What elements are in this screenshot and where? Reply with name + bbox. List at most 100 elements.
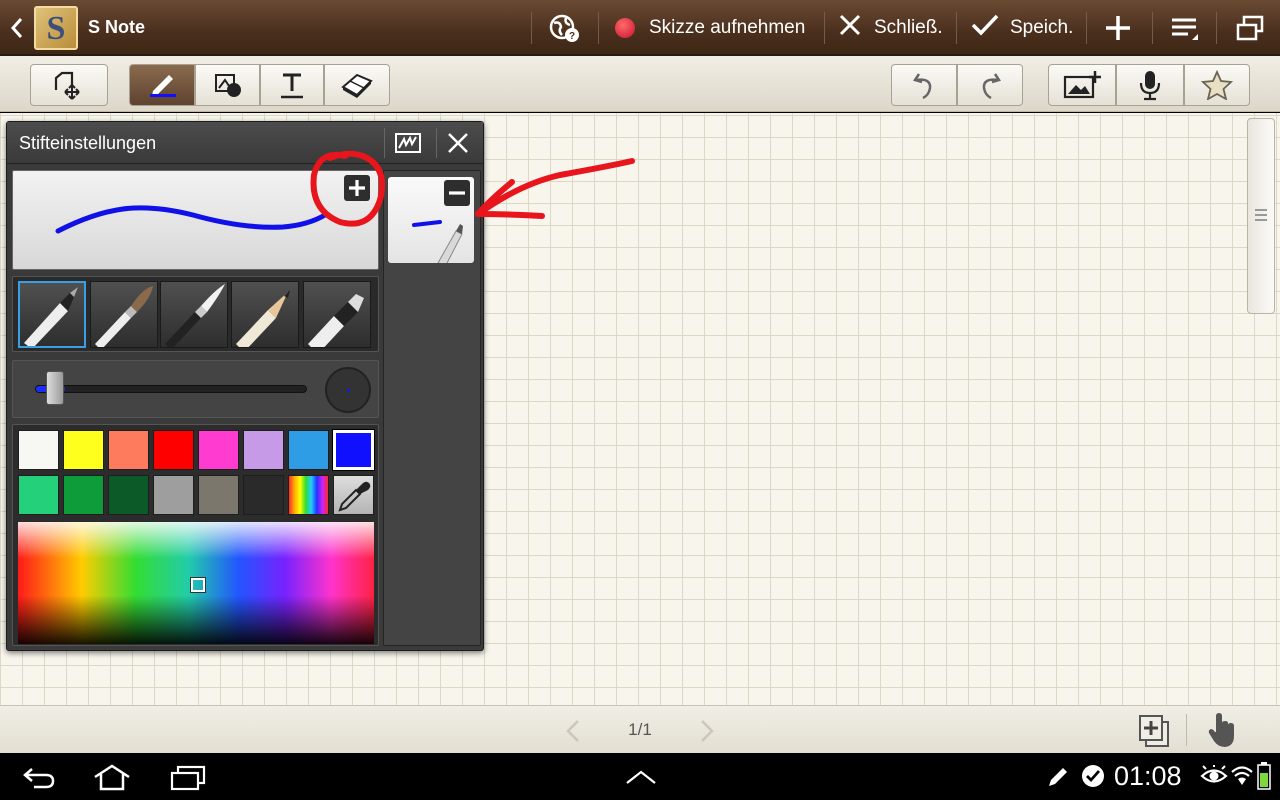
back-chevron-icon[interactable] <box>8 16 26 40</box>
s-pen-status-icon <box>1049 768 1067 786</box>
insert-image-button[interactable] <box>1048 64 1116 106</box>
canvas-scrollbar[interactable] <box>1247 118 1275 314</box>
chevron-up-icon[interactable] <box>624 767 658 787</box>
color-palette <box>12 424 379 646</box>
pen-size-row <box>12 360 379 418</box>
undo-button[interactable] <box>891 64 957 106</box>
shape-tool-button[interactable] <box>195 64 260 106</box>
pen-type-row <box>12 276 379 354</box>
color-swatch[interactable] <box>332 429 375 471</box>
close-x-icon <box>838 13 862 43</box>
save-label: Speich. <box>1010 17 1074 38</box>
redo-icon <box>982 73 1001 100</box>
home-nav-icon[interactable] <box>92 763 132 791</box>
clock: 01:08 <box>1114 761 1182 791</box>
pen-tool-button[interactable] <box>129 64 195 106</box>
pen-size-slider[interactable] <box>35 385 307 393</box>
hand-touch-mode-icon[interactable] <box>1206 710 1240 750</box>
record-sketch-label: Skizze aufnehmen <box>649 17 806 38</box>
custom-color-swatch[interactable] <box>288 475 329 515</box>
color-swatch[interactable] <box>63 475 104 515</box>
calligraphy-brush-icon <box>165 284 225 350</box>
remove-preset-button[interactable] <box>444 180 470 206</box>
eraser-icon <box>341 73 373 98</box>
app-logo[interactable]: S <box>34 6 78 50</box>
color-picker-handle[interactable] <box>191 578 205 592</box>
pen-color-indicator <box>150 94 176 97</box>
color-swatch[interactable] <box>63 430 104 470</box>
preset-column <box>383 170 481 646</box>
battery-icon <box>1257 762 1271 790</box>
plus-icon <box>349 180 365 196</box>
redo-button[interactable] <box>957 64 1023 106</box>
save-button[interactable]: Speich. <box>970 0 1073 56</box>
pen-type-brush[interactable] <box>90 281 158 350</box>
menu-icon[interactable] <box>1170 0 1200 56</box>
record-dot-icon <box>615 18 635 38</box>
color-swatch[interactable] <box>198 430 239 470</box>
color-swatch[interactable] <box>198 475 239 515</box>
eyedropper-icon[interactable] <box>333 475 374 515</box>
add-preset-button[interactable] <box>344 175 370 201</box>
smart-stay-eye-icon <box>1200 765 1228 783</box>
voice-record-button[interactable] <box>1116 64 1184 106</box>
divider <box>436 128 437 158</box>
color-swatch[interactable] <box>153 475 194 515</box>
checkmark-icon <box>970 13 1000 43</box>
text-tool-button[interactable] <box>260 64 324 106</box>
pen-preset[interactable] <box>388 177 474 266</box>
color-spectrum[interactable] <box>18 522 374 644</box>
close-button[interactable]: Schließ. <box>838 0 943 56</box>
divider <box>384 128 385 158</box>
pen-type-calligraphy[interactable] <box>160 281 228 350</box>
pen-type-marker[interactable] <box>303 281 371 354</box>
selection-mode-button[interactable] <box>30 64 108 106</box>
add-page-icon[interactable] <box>1138 714 1170 748</box>
size-preview-dot <box>347 389 350 392</box>
color-swatch[interactable] <box>243 475 284 515</box>
slider-thumb[interactable] <box>46 371 64 405</box>
divider <box>1186 714 1187 746</box>
tool-bar <box>0 56 1280 112</box>
page-bar: 1/1 <box>0 705 1280 753</box>
record-sketch-button[interactable]: Skizze aufnehmen <box>615 0 805 56</box>
selection-move-icon <box>54 71 80 100</box>
panel-title: Stifteinstellungen <box>19 133 157 153</box>
color-swatch[interactable] <box>108 475 149 515</box>
add-icon[interactable] <box>1104 0 1132 56</box>
task-done-icon <box>1082 765 1104 787</box>
divider <box>1216 12 1217 44</box>
pen-presets-icon[interactable] <box>394 132 422 154</box>
divider <box>1086 12 1087 44</box>
app-title: S Note <box>88 17 146 37</box>
next-page-icon[interactable] <box>696 718 718 744</box>
previous-page-icon[interactable] <box>562 718 584 744</box>
divider <box>531 12 532 44</box>
svg-text:?: ? <box>569 31 575 42</box>
microphone-icon <box>1139 71 1161 101</box>
color-swatch[interactable] <box>288 430 329 470</box>
size-preview <box>325 367 371 413</box>
insert-image-icon <box>1063 71 1101 99</box>
panel-header: Stifteinstellungen <box>7 122 483 164</box>
pen-settings-panel: Stifteinstellungen <box>6 121 484 651</box>
color-swatch[interactable] <box>18 430 59 470</box>
favorite-button[interactable] <box>1184 64 1250 106</box>
color-swatch[interactable] <box>243 430 284 470</box>
pen-type-pencil[interactable] <box>231 281 299 352</box>
window-mode-icon[interactable] <box>1236 0 1264 56</box>
divider <box>598 12 599 44</box>
undo-icon <box>913 73 932 100</box>
color-swatch[interactable] <box>108 430 149 470</box>
close-label: Schließ. <box>874 17 943 38</box>
brush-icon <box>95 286 153 350</box>
eraser-tool-button[interactable] <box>324 64 390 106</box>
globe-help-icon[interactable]: ? <box>548 0 582 56</box>
color-swatch[interactable] <box>18 475 59 515</box>
color-swatch[interactable] <box>153 430 194 470</box>
back-nav-icon[interactable] <box>22 765 56 791</box>
minus-icon <box>449 191 465 195</box>
close-panel-icon[interactable] <box>447 132 469 154</box>
recent-apps-nav-icon[interactable] <box>168 765 208 791</box>
pen-type-fountain[interactable] <box>18 281 86 349</box>
